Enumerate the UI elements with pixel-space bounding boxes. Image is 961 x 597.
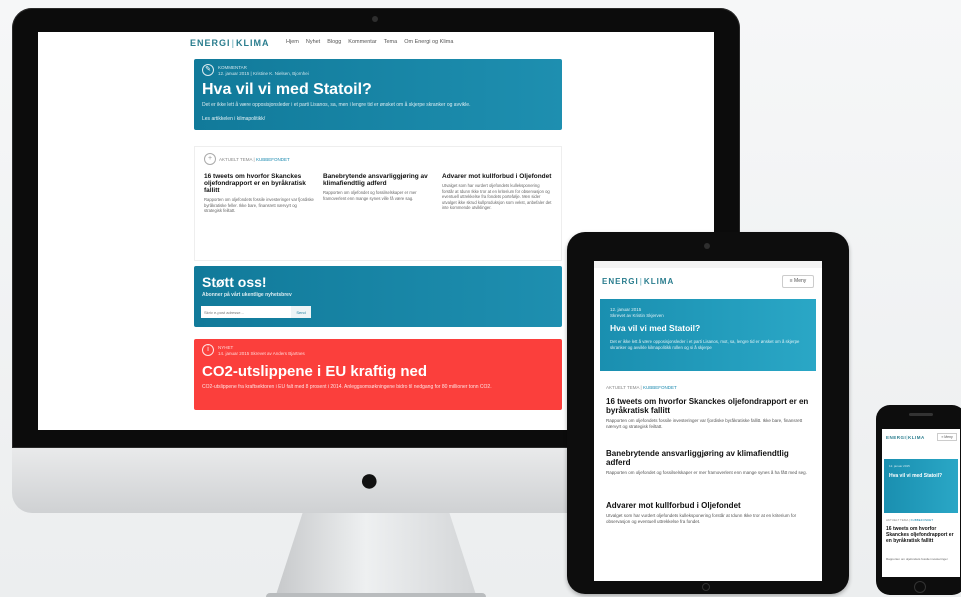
feature-title[interactable]: Hva vil vi med Statoil? [202, 81, 372, 99]
nav-item-hjem[interactable]: Hjem [286, 39, 299, 45]
home-button[interactable] [702, 583, 710, 591]
device-mockup-scene: ENERGI|KLIMA Hjem Nyhet Blogg Kommentar … [0, 0, 961, 597]
main-nav: Hjem Nyhet Blogg Kommentar Tema Om Energ… [286, 39, 453, 45]
iphone-device: ENERGI|KLIMA ≡ Meny 12. januar 2015 Hva … [876, 405, 961, 595]
donate-card: Støtt oss! Abonner på vårt ukentlige nyh… [194, 266, 562, 327]
feature-link[interactable]: Les artikkelen i kilmapolitikk/ [202, 116, 265, 122]
site-header: ENERGI|KLIMA Hjem Nyhet Blogg Kommentar … [38, 32, 714, 54]
tablet-articles-label: AKTUELT TEMA | KUBBEFONDET [606, 385, 677, 390]
tablet-article-1[interactable]: 16 tweets om hvorfor Skanckes oljefondra… [606, 397, 812, 430]
tablet-article-1-text: Rapporten om oljefondets fossile investe… [606, 418, 803, 429]
info-icon: i [202, 344, 214, 356]
tablet-article-3-text: Utvalget som har vurdert oljefondets kul… [606, 513, 797, 524]
tablet-feature-title[interactable]: Hva vil vi med Statoil? [610, 323, 700, 333]
news-category: NYHET [218, 345, 234, 350]
article-3-text: Utvalget som har vurdert oljefondets kul… [442, 183, 552, 210]
logo-right: KLIMA [236, 38, 270, 48]
newsletter-form: Send [201, 306, 311, 318]
speaker [909, 413, 933, 416]
articles-section: + AKTUELT TEMA | KUBBEFONDET 16 tweets o… [194, 146, 562, 261]
send-button[interactable]: Send [291, 306, 311, 318]
phone-screen: ENERGI|KLIMA ≡ Meny 12. januar 2015 Hva … [882, 429, 960, 577]
phone-articles-label: AKTUELT TEMA | KUBBEFONDET [886, 518, 934, 522]
menu-button[interactable]: ≡ Meny [782, 275, 814, 288]
article-2-text: Rapporten om oljefondet og fossilselskap… [323, 190, 417, 201]
nav-item-blogg[interactable]: Blogg [327, 39, 341, 45]
tablet-logo[interactable]: ENERGI|KLIMA [602, 277, 674, 286]
phone-home-button[interactable] [914, 581, 926, 593]
news-text: CO2-utslippene fra kraftsektoren i EU fa… [202, 384, 492, 390]
phone-article-text: Rapporten om oljefondets fossile investe… [886, 557, 948, 561]
logo-left: ENERGI [190, 38, 231, 48]
tablet-screen: ENERGI|KLIMA ≡ Meny 12. januar 2015 Skre… [594, 261, 822, 581]
status-bar [594, 261, 822, 268]
article-2[interactable]: Banebrytende ansvarliggjøring av klimafi… [323, 173, 433, 201]
imac-foot [266, 593, 486, 597]
article-3-title[interactable]: Advarer mot kullforbud i Oljefondet [442, 173, 552, 180]
tablet-feature-text: Det er ikke lett å være opposisjonsleder… [610, 339, 800, 350]
news-card[interactable]: i NYHET 14. januar 2015 Skrevet av Ander… [194, 339, 562, 410]
nav-item-about[interactable]: Om Energi og Klima [404, 39, 453, 45]
article-3[interactable]: Advarer mot kullforbud i Oljefondet Utva… [442, 173, 552, 211]
chat-icon: ✎ [202, 64, 214, 76]
camera [372, 16, 378, 22]
phone-feature-meta: 12. januar 2015 [889, 464, 910, 468]
tablet-label-link[interactable]: KUBBEFONDET [643, 385, 677, 390]
tablet-article-2-title[interactable]: Banebrytende ansvarliggjøring av klimafi… [606, 449, 812, 467]
phone-feature-card[interactable]: 12. januar 2015 Hva vil vi med Statoil? [884, 459, 958, 513]
nav-item-nyhet[interactable]: Nyhet [306, 39, 320, 45]
tablet-article-2-text: Rapporten om oljefondet og fossilselskap… [606, 470, 807, 475]
apple-logo-icon: ● [359, 461, 380, 499]
phone-menu-button[interactable]: ≡ Meny [937, 433, 957, 441]
articles-label: AKTUELT TEMA | KUBBEFONDET [219, 157, 290, 162]
feature-byline: 12. januar 2015 | Kristine K. Nielsen, B… [218, 71, 309, 76]
tablet-article-3[interactable]: Advarer mot kullforbud i Oljefondet Utva… [606, 501, 812, 525]
tablet-article-2[interactable]: Banebrytende ansvarliggjøring av klimafi… [606, 449, 812, 476]
tablet-article-1-title[interactable]: 16 tweets om hvorfor Skanckes oljefondra… [606, 397, 812, 415]
article-1-title[interactable]: 16 tweets om hvorfor Skanckes oljefondra… [204, 173, 314, 194]
phone-article-title[interactable]: 16 tweets om hvorfor Skanckes oljefondra… [886, 526, 956, 544]
phone-feature-title[interactable]: Hva vil vi med Statoil? [889, 473, 953, 479]
tablet-feature-card[interactable]: 12. januar 2015 Skrevet av Kristin Skjer… [600, 299, 816, 371]
plus-icon: + [204, 153, 216, 165]
nav-item-kommentar[interactable]: Kommentar [348, 39, 376, 45]
donate-title: Støtt oss! [202, 274, 267, 290]
article-1-text: Rapporten om oljefondets fossile investe… [204, 197, 314, 213]
tablet-feature-meta: 12. januar 2015 Skrevet av Kristin Skjer… [610, 307, 664, 318]
feature-category: KOMMENTAR [218, 65, 247, 70]
phone-logo[interactable]: ENERGI|KLIMA [886, 435, 925, 440]
site-logo[interactable]: ENERGI|KLIMA [190, 38, 270, 48]
news-byline: 14. januar 2015 Skrevet av Anders Bjartn… [218, 351, 305, 356]
nav-item-tema[interactable]: Tema [384, 39, 397, 45]
camera [704, 243, 710, 249]
tablet-article-3-title[interactable]: Advarer mot kullforbud i Oljefondet [606, 501, 812, 510]
articles-label-link[interactable]: KUBBEFONDET [256, 157, 290, 162]
email-input[interactable] [201, 306, 291, 318]
donate-subtitle: Abonner på vårt ukentlige nyhetsbrev [202, 292, 292, 298]
article-1[interactable]: 16 tweets om hvorfor Skanckes oljefondra… [204, 173, 314, 214]
article-2-title[interactable]: Banebrytende ansvarliggjøring av klimafi… [323, 173, 433, 187]
feature-text: Det er ikke lett å være opposisjonsleder… [202, 102, 471, 108]
news-title[interactable]: CO2-utslippene i EU kraftig ned [202, 363, 427, 380]
imac-stand [274, 513, 478, 597]
ipad-device: ENERGI|KLIMA ≡ Meny 12. januar 2015 Skre… [567, 232, 849, 594]
feature-card[interactable]: ✎ KOMMENTAR 12. januar 2015 | Kristine K… [194, 59, 562, 130]
